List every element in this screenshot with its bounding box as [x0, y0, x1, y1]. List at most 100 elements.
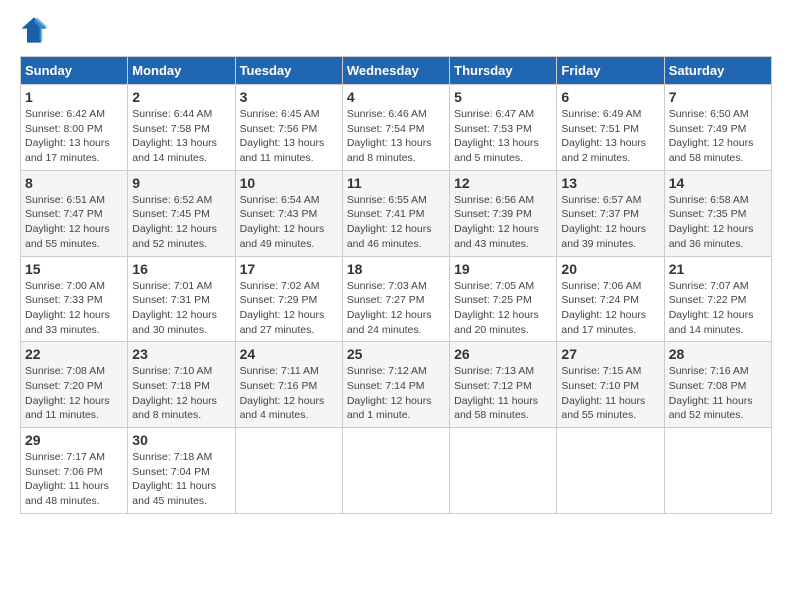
calendar-cell: 29Sunrise: 7:17 AM Sunset: 7:06 PM Dayli… — [21, 428, 128, 514]
calendar-cell: 19 Sunrise: 7:05 AM Sunset: 7:25 PM Dayli… — [450, 256, 557, 342]
day-info: Sunrise: 6:58 AM Sunset: 7:35 PM Dayligh… — [669, 193, 767, 252]
calendar-week: 8 Sunrise: 6:51 AM Sunset: 7:47 PM Daylig… — [21, 170, 772, 256]
weekday-header: Friday — [557, 57, 664, 85]
day-info: Sunrise: 6:42 AM Sunset: 8:00 PM Dayligh… — [25, 107, 123, 166]
day-info: Sunrise: 6:46 AM Sunset: 7:54 PM Dayligh… — [347, 107, 445, 166]
weekday-header: Monday — [128, 57, 235, 85]
day-number: 12 — [454, 175, 552, 191]
calendar-cell: 15 Sunrise: 7:00 AM Sunset: 7:33 PM Dayli… — [21, 256, 128, 342]
calendar-cell: 17 Sunrise: 7:02 AM Sunset: 7:29 PM Dayli… — [235, 256, 342, 342]
day-number: 30 — [132, 432, 230, 448]
day-info: Sunrise: 6:56 AM Sunset: 7:39 PM Dayligh… — [454, 193, 552, 252]
day-info: Sunrise: 6:55 AM Sunset: 7:41 PM Dayligh… — [347, 193, 445, 252]
day-info: Sunrise: 7:05 AM Sunset: 7:25 PM Dayligh… — [454, 279, 552, 338]
calendar-cell: 30 Sunrise: 7:18 AM Sunset: 7:04 PM Dayli… — [128, 428, 235, 514]
calendar-cell — [235, 428, 342, 514]
calendar-cell — [342, 428, 449, 514]
day-number: 19 — [454, 261, 552, 277]
calendar-cell: 27Sunrise: 7:15 AM Sunset: 7:10 PM Dayli… — [557, 342, 664, 428]
calendar-cell — [557, 428, 664, 514]
day-info: Sunrise: 6:52 AM Sunset: 7:45 PM Dayligh… — [132, 193, 230, 252]
calendar-cell: 26 Sunrise: 7:13 AM Sunset: 7:12 PM Dayli… — [450, 342, 557, 428]
day-number: 5 — [454, 89, 552, 105]
calendar-cell: 4Sunrise: 6:46 AM Sunset: 7:54 PM Daylig… — [342, 85, 449, 171]
day-info: Sunrise: 7:16 AM Sunset: 7:08 PM Dayligh… — [669, 364, 767, 423]
day-info: Sunrise: 7:02 AM Sunset: 7:29 PM Dayligh… — [240, 279, 338, 338]
calendar-cell: 23Sunrise: 7:10 AM Sunset: 7:18 PM Dayli… — [128, 342, 235, 428]
calendar-cell: 13 Sunrise: 6:57 AM Sunset: 7:37 PM Dayli… — [557, 170, 664, 256]
day-info: Sunrise: 6:49 AM Sunset: 7:51 PM Dayligh… — [561, 107, 659, 166]
day-number: 21 — [669, 261, 767, 277]
day-number: 10 — [240, 175, 338, 191]
day-number: 17 — [240, 261, 338, 277]
calendar-cell — [664, 428, 771, 514]
calendar-week: 15 Sunrise: 7:00 AM Sunset: 7:33 PM Dayli… — [21, 256, 772, 342]
calendar-cell — [450, 428, 557, 514]
calendar-cell: 14 Sunrise: 6:58 AM Sunset: 7:35 PM Dayli… — [664, 170, 771, 256]
day-number: 8 — [25, 175, 123, 191]
day-info: Sunrise: 6:45 AM Sunset: 7:56 PM Dayligh… — [240, 107, 338, 166]
header-row: SundayMondayTuesdayWednesdayThursdayFrid… — [21, 57, 772, 85]
day-info: Sunrise: 7:03 AM Sunset: 7:27 PM Dayligh… — [347, 279, 445, 338]
calendar-table: SundayMondayTuesdayWednesdayThursdayFrid… — [20, 56, 772, 514]
day-number: 3 — [240, 89, 338, 105]
calendar-cell: 9 Sunrise: 6:52 AM Sunset: 7:45 PM Daylig… — [128, 170, 235, 256]
day-info: Sunrise: 7:01 AM Sunset: 7:31 PM Dayligh… — [132, 279, 230, 338]
day-number: 16 — [132, 261, 230, 277]
day-info: Sunrise: 6:54 AM Sunset: 7:43 PM Dayligh… — [240, 193, 338, 252]
day-info: Sunrise: 7:18 AM Sunset: 7:04 PM Dayligh… — [132, 450, 230, 509]
day-number: 20 — [561, 261, 659, 277]
weekday-header: Thursday — [450, 57, 557, 85]
weekday-header: Wednesday — [342, 57, 449, 85]
day-info: Sunrise: 7:06 AM Sunset: 7:24 PM Dayligh… — [561, 279, 659, 338]
calendar-cell: 2 Sunrise: 6:44 AM Sunset: 7:58 PM Daylig… — [128, 85, 235, 171]
day-info: Sunrise: 7:12 AM Sunset: 7:14 PM Dayligh… — [347, 364, 445, 423]
day-number: 13 — [561, 175, 659, 191]
calendar-cell: 3 Sunrise: 6:45 AM Sunset: 7:56 PM Daylig… — [235, 85, 342, 171]
weekday-header: Saturday — [664, 57, 771, 85]
day-number: 14 — [669, 175, 767, 191]
calendar-cell: 28 Sunrise: 7:16 AM Sunset: 7:08 PM Dayli… — [664, 342, 771, 428]
day-number: 28 — [669, 346, 767, 362]
day-info: Sunrise: 6:51 AM Sunset: 7:47 PM Dayligh… — [25, 193, 123, 252]
calendar-cell: 22 Sunrise: 7:08 AM Sunset: 7:20 PM Dayli… — [21, 342, 128, 428]
calendar-cell: 8 Sunrise: 6:51 AM Sunset: 7:47 PM Daylig… — [21, 170, 128, 256]
calendar-cell: 12 Sunrise: 6:56 AM Sunset: 7:39 PM Dayli… — [450, 170, 557, 256]
day-number: 1 — [25, 89, 123, 105]
calendar-cell: 18 Sunrise: 7:03 AM Sunset: 7:27 PM Dayli… — [342, 256, 449, 342]
day-number: 23 — [132, 346, 230, 362]
day-info: Sunrise: 7:08 AM Sunset: 7:20 PM Dayligh… — [25, 364, 123, 423]
calendar-cell: 16 Sunrise: 7:01 AM Sunset: 7:31 PM Dayli… — [128, 256, 235, 342]
day-info: Sunrise: 6:57 AM Sunset: 7:37 PM Dayligh… — [561, 193, 659, 252]
day-number: 24 — [240, 346, 338, 362]
calendar-week: 22 Sunrise: 7:08 AM Sunset: 7:20 PM Dayli… — [21, 342, 772, 428]
day-number: 18 — [347, 261, 445, 277]
day-number: 29 — [25, 432, 123, 448]
calendar-cell: 20 Sunrise: 7:06 AM Sunset: 7:24 PM Dayli… — [557, 256, 664, 342]
calendar-cell: 7 Sunrise: 6:50 AM Sunset: 7:49 PM Daylig… — [664, 85, 771, 171]
day-number: 9 — [132, 175, 230, 191]
logo — [20, 16, 52, 44]
calendar-week: 29Sunrise: 7:17 AM Sunset: 7:06 PM Dayli… — [21, 428, 772, 514]
day-number: 27 — [561, 346, 659, 362]
day-info: Sunrise: 6:44 AM Sunset: 7:58 PM Dayligh… — [132, 107, 230, 166]
calendar-cell: 10 Sunrise: 6:54 AM Sunset: 7:43 PM Dayli… — [235, 170, 342, 256]
day-info: Sunrise: 7:07 AM Sunset: 7:22 PM Dayligh… — [669, 279, 767, 338]
day-number: 22 — [25, 346, 123, 362]
calendar-cell: 24Sunrise: 7:11 AM Sunset: 7:16 PM Dayli… — [235, 342, 342, 428]
day-number: 11 — [347, 175, 445, 191]
calendar-cell: 1 Sunrise: 6:42 AM Sunset: 8:00 PM Daylig… — [21, 85, 128, 171]
weekday-header: Tuesday — [235, 57, 342, 85]
day-info: Sunrise: 6:50 AM Sunset: 7:49 PM Dayligh… — [669, 107, 767, 166]
calendar-cell: 5 Sunrise: 6:47 AM Sunset: 7:53 PM Daylig… — [450, 85, 557, 171]
day-number: 7 — [669, 89, 767, 105]
weekday-header: Sunday — [21, 57, 128, 85]
day-number: 2 — [132, 89, 230, 105]
day-number: 25 — [347, 346, 445, 362]
day-info: Sunrise: 6:47 AM Sunset: 7:53 PM Dayligh… — [454, 107, 552, 166]
day-info: Sunrise: 7:13 AM Sunset: 7:12 PM Dayligh… — [454, 364, 552, 423]
day-info: Sunrise: 7:00 AM Sunset: 7:33 PM Dayligh… — [25, 279, 123, 338]
calendar-cell: 6Sunrise: 6:49 AM Sunset: 7:51 PM Daylig… — [557, 85, 664, 171]
day-number: 15 — [25, 261, 123, 277]
day-number: 26 — [454, 346, 552, 362]
